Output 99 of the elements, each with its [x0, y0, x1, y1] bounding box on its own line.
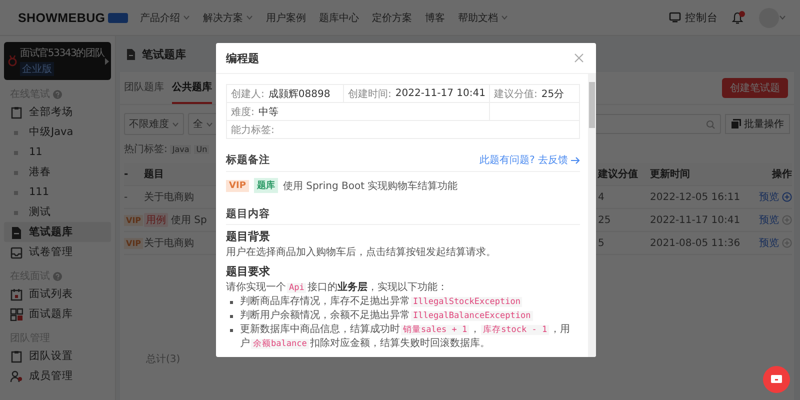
table-cell: -: [124, 192, 128, 202]
triangle-right-icon: [105, 58, 109, 64]
avatar[interactable]: [759, 8, 779, 28]
sidebar-item[interactable]: 111: [4, 182, 111, 202]
sidebar-item[interactable]: 测试: [4, 202, 111, 222]
vip-tag: VIP: [226, 180, 249, 192]
console-link[interactable]: 控制台: [669, 10, 718, 24]
clipboard-icon: [10, 350, 23, 362]
sidebar-item[interactable]: 全部考场: [4, 102, 111, 122]
logo-text: SHOWMEBUG: [18, 10, 106, 24]
document-icon: [10, 226, 23, 238]
tag-chip[interactable]: Java: [170, 144, 192, 154]
bullet-icon: [230, 329, 233, 332]
grid-icon: [10, 308, 23, 320]
category-tag: 题库: [254, 178, 278, 193]
info-value: 成颢辉08898: [268, 88, 330, 100]
sidebar-item[interactable]: 面试题库: [4, 304, 111, 324]
tab[interactable]: 公共题库: [172, 72, 212, 104]
tag-chip[interactable]: Un: [194, 144, 210, 154]
close-icon: [574, 53, 584, 63]
info-label: 能力标签:: [231, 124, 274, 136]
info-value: 中等: [258, 106, 278, 118]
info-label: 创建时间:: [348, 88, 392, 100]
sidebar-item[interactable]: 笔试题库: [4, 222, 111, 242]
chat-icon: [771, 374, 782, 384]
filter-dropdown[interactable]: 不限难度: [124, 113, 184, 135]
bell-icon[interactable]: [732, 12, 743, 24]
content-heading: 题目背景: [226, 229, 271, 244]
table-cell: 4: [598, 192, 604, 202]
scrollbar[interactable]: [588, 74, 596, 357]
table-cell: 2021-08-05 11:36: [650, 238, 740, 248]
fox-logo-icon: [7, 54, 18, 68]
nav-menu-item[interactable]: 产品介绍: [140, 10, 190, 24]
preview-link[interactable]: 预览: [759, 213, 779, 227]
info-label: 创建人:: [231, 88, 264, 100]
plan-badge: 企业版: [20, 62, 54, 76]
sidebar-item[interactable]: 团队设置: [4, 346, 111, 366]
info-value: 2022-11-17 10:41: [395, 88, 486, 99]
nav-menu-item[interactable]: 帮助文档: [458, 10, 508, 24]
preview-link[interactable]: 预览: [759, 190, 779, 204]
paragraph: 请你实现一个 Api 接口的业务层，实现以下功能：: [226, 281, 448, 295]
tray-icon: [10, 246, 23, 258]
team-card[interactable]: 面试官53343的团队 企业版: [4, 42, 111, 80]
nav-menu-item[interactable]: 博客: [425, 10, 446, 24]
nav-menu-item[interactable]: 解决方案: [203, 10, 254, 24]
arrow-right-icon: [571, 156, 580, 164]
version-badge: [108, 12, 128, 22]
category-tag: 用例: [144, 213, 168, 227]
table-cell: 25: [598, 214, 611, 226]
vip-tag: VIP: [124, 214, 144, 226]
monitor-icon: [669, 12, 681, 23]
team-name: 面试官53343的团队: [20, 46, 103, 60]
calendar-icon: [10, 288, 23, 300]
sidebar-item[interactable]: 11: [4, 142, 111, 162]
close-button[interactable]: [574, 53, 584, 63]
info-label: 建议分值:: [494, 88, 538, 100]
bullet-icon: [230, 301, 233, 304]
clipboard-icon: [10, 106, 23, 118]
info-value: 25分: [541, 88, 564, 100]
caret-icon: [779, 15, 786, 20]
people-icon: [10, 370, 23, 382]
caret-icon: [206, 122, 213, 126]
nav-menu-item[interactable]: 用户案例: [266, 10, 306, 24]
sidebar-item[interactable]: 中级Java: [4, 122, 111, 142]
bullet-icon: [230, 315, 233, 318]
search-icon: [706, 120, 715, 128]
plus-circle-icon[interactable]: [782, 192, 792, 202]
list-item: 判断商品库存情况，库存不足抛出异常 IllegalStockException: [240, 295, 524, 309]
sidebar-item[interactable]: 港春: [4, 162, 111, 182]
list-item: 更新数据库中商品信息，结算成功时 销量sales + 1 ， 库存stock - 1 ，用户 余额balance 扣除对应金额，结算失败时回滚数据库。: [240, 323, 572, 351]
section-title: 题目内容: [226, 207, 580, 225]
info-label: 难度:: [231, 106, 254, 118]
plus-circle-icon[interactable]: [782, 238, 792, 248]
nav-menu-item[interactable]: 题库中心: [319, 10, 360, 24]
vip-tag: VIP: [124, 238, 144, 248]
tab[interactable]: 团队题库: [124, 72, 164, 104]
batch-button[interactable]: 批量操作: [725, 114, 790, 134]
sidebar-item[interactable]: 试卷管理: [4, 242, 111, 262]
plus-circle-icon[interactable]: [782, 215, 792, 225]
content-heading: 题目要求: [226, 264, 271, 279]
question-title[interactable]: 关于电商购: [144, 236, 194, 250]
preview-link[interactable]: 预览: [759, 236, 779, 250]
table-cell: 5: [598, 238, 604, 248]
sidebar-item[interactable]: 面试列表: [4, 284, 111, 304]
table-cell: 2022-12-05 16:11: [650, 192, 740, 202]
paragraph: 用户在选择商品加入购物车后，点击结算按钮发起结算请求。: [226, 246, 497, 260]
sidebar-item[interactable]: 成员管理: [4, 366, 111, 386]
caret-icon: [172, 122, 179, 126]
tags-label: 热门标签:: [124, 142, 168, 156]
question-title[interactable]: 使用 Sp: [171, 213, 207, 227]
list-item: 判断用户余额情况，余额不足抛出异常 IllegalBalanceException: [240, 309, 534, 323]
stack-icon: [731, 119, 741, 129]
nav-menu-item[interactable]: 定价方案: [372, 10, 412, 24]
create-button[interactable]: 创建笔试题: [722, 78, 788, 98]
modal-title: 编程题: [226, 50, 260, 66]
page-title: 笔试题库: [142, 46, 186, 62]
document-icon: [126, 48, 136, 60]
table-cell: 2022-11-17 10:41: [650, 214, 740, 226]
question-title[interactable]: 关于电商购: [144, 190, 194, 204]
